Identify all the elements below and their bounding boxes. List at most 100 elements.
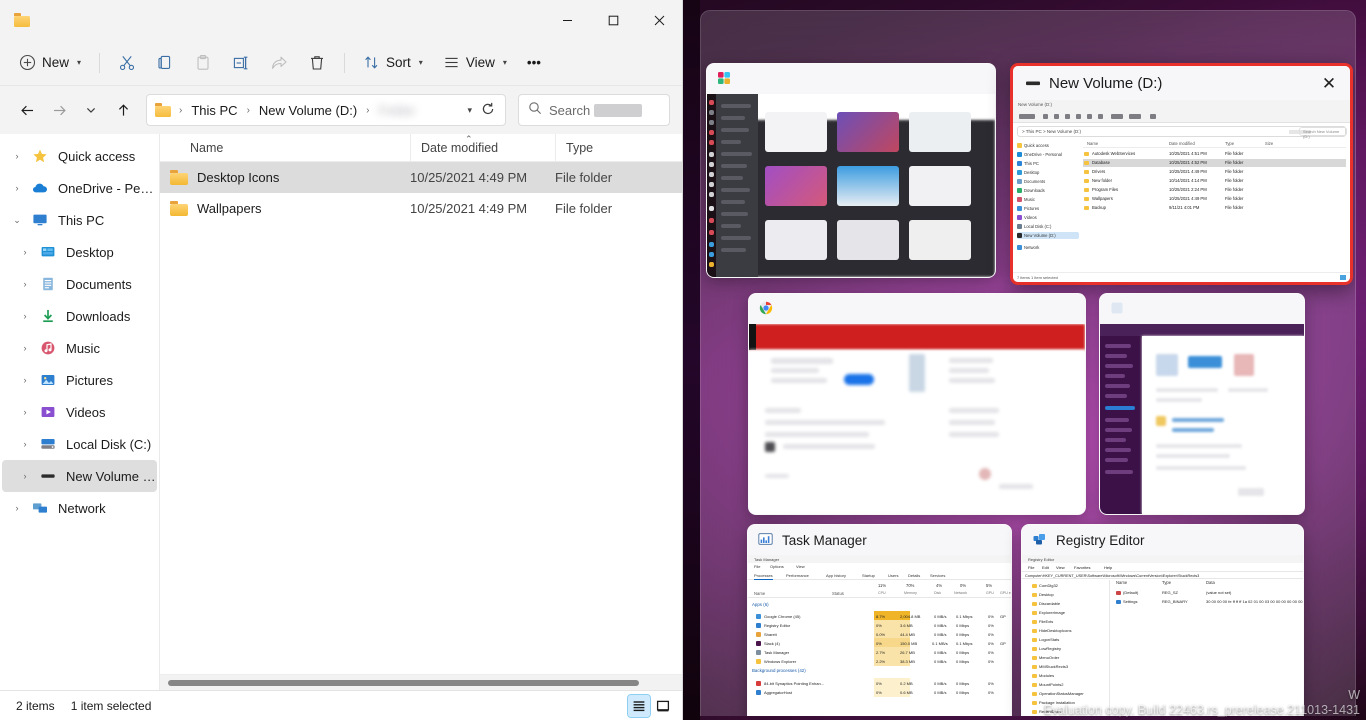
sidebar-item-network[interactable]: › Network [2,492,157,524]
maximize-button[interactable] [590,0,636,40]
recent-locations-button[interactable] [76,95,106,125]
registry-editor-icon [1032,532,1048,548]
delete-button[interactable] [299,47,335,79]
sidebar-item-this-pc[interactable]: ⌄ This PC [2,204,157,236]
table-row[interactable]: Desktop Icons 10/25/2021 4:49 PM File fo… [160,162,682,193]
cloud-icon [32,180,50,196]
cut-button[interactable] [109,47,145,79]
chevron-right-icon[interactable]: › [18,407,32,417]
sidebar-item-downloads[interactable]: › Downloads [2,300,157,332]
sidebar-item-label: Pictures [66,372,113,388]
breadcrumb[interactable]: › This PC › New Volume (D:) › Folder ▾ [146,94,506,126]
file-type-cell: File folder [555,201,613,216]
preview-registry-path: Computer\HKEY_CURRENT_USER\Software\Micr… [1025,573,1200,578]
preview-address: > This PC > New Volume (D:) [1022,129,1081,134]
file-name: Desktop Icons [197,170,280,185]
sidebar-item-local-disk-c[interactable]: › Local Disk (C:) [2,428,157,460]
task-view-thumbnail-chrome-report[interactable] [748,293,1086,515]
paste-button[interactable] [185,47,221,79]
chevron-right-icon[interactable]: › [18,311,32,321]
file-name-cell: Desktop Icons [160,170,410,185]
up-button[interactable] [108,95,138,125]
rename-button[interactable] [223,47,259,79]
back-button[interactable] [12,95,42,125]
thumbnail-title: Task Manager [782,532,867,548]
sidebar-item-desktop[interactable]: › Desktop [2,236,157,268]
view-button[interactable]: View ▾ [434,47,516,79]
sidebar-item-quick-access[interactable]: › Quick access [2,140,157,172]
sidebar-item-music[interactable]: › Music [2,332,157,364]
forward-button[interactable] [44,95,74,125]
copy-button[interactable] [147,47,183,79]
sidebar-item-documents[interactable]: › Documents [2,268,157,300]
column-header-name[interactable]: Name [160,134,410,162]
window-controls[interactable] [544,0,682,40]
sidebar-item-videos[interactable]: › Videos [2,396,157,428]
search-blurred-term [594,103,643,117]
search-input[interactable]: Search [518,94,670,126]
address-bar-row[interactable]: › This PC › New Volume (D:) › Folder ▾ S… [0,86,682,134]
task-view-thumbnail-new-volume-d[interactable]: New Volume (D:) ✕ New Volume (D:) > This… [1010,63,1353,285]
chevron-down-icon[interactable]: ⌄ [10,215,24,226]
file-name: Wallpapers [197,201,262,216]
task-view-thumbnail-teams-purple[interactable] [1099,293,1305,515]
trash-icon [308,54,326,72]
more-options-button[interactable]: ••• [518,47,550,79]
view-toggle-group[interactable] [627,693,674,718]
drive-icon [1025,75,1041,91]
minimize-button[interactable] [544,0,590,40]
task-view-thumbnail-task-manager[interactable]: Task Manager Task Manager File Options Vie… [747,524,1012,716]
navigation-pane[interactable]: › Quick access › OneDrive - Personal ⌄ T… [0,134,160,690]
refresh-icon[interactable] [481,102,501,119]
sort-button[interactable]: Sort ▾ [354,47,432,79]
chevron-down-icon: ▾ [502,58,507,67]
new-button[interactable]: New ▾ [10,47,90,79]
thumbnail-preview: Task Manager File Options View Processes Pe… [748,555,1011,716]
table-row[interactable]: Wallpapers 10/25/2021 4:49 PM File folde… [160,193,682,224]
file-rows[interactable]: Desktop Icons 10/25/2021 4:49 PM File fo… [160,162,682,674]
chevron-right-icon[interactable]: › [10,151,24,161]
sidebar-item-new-volume-d[interactable]: › New Volume (D:) [2,460,157,492]
preview-window-caption: New Volume (D:) [1018,102,1053,107]
chevron-right-icon[interactable]: › [18,343,32,353]
thumbnail-preview [707,94,995,277]
column-headers[interactable]: Name Date modified Type ⌃ [160,133,683,162]
chevron-right-icon[interactable]: › [10,183,24,193]
task-view-switcher[interactable]: New Volume (D:) ✕ New Volume (D:) > This… [700,10,1356,716]
sidebar-item-onedrive[interactable]: › OneDrive - Personal [2,172,158,204]
share-icon [270,54,288,72]
command-toolbar[interactable]: New ▾ Sort ▾ View ▾ ••• [0,40,682,86]
thumbnail-header: Registry Editor [1022,525,1303,555]
file-name-cell: Wallpapers [160,201,410,216]
chevron-right-icon[interactable]: › [18,471,32,481]
sidebar-item-label: Quick access [58,148,136,164]
file-explorer-window[interactable]: New ▾ Sort ▾ View ▾ ••• › This PC › New … [0,0,683,720]
task-view-thumbnail-registry-editor[interactable]: Registry Editor Registry Editor File Edit… [1021,524,1304,716]
large-icons-view-icon[interactable] [652,695,674,717]
window-titlebar[interactable] [0,0,682,40]
chevron-down-icon: ▾ [77,58,82,67]
breadcrumb-item-this-pc[interactable]: This PC [188,100,240,121]
chevron-right-icon[interactable]: › [18,247,32,257]
scrollbar-thumb[interactable] [168,679,639,686]
chrome-icon [759,301,775,317]
file-list-pane[interactable]: Name Date modified Type ⌃ Desktop Icons … [160,133,683,690]
close-icon[interactable]: ✕ [1320,74,1338,92]
sidebar-item-pictures[interactable]: › Pictures [2,364,157,396]
chevron-right-icon[interactable]: › [18,279,32,289]
column-header-type[interactable]: Type [555,133,683,162]
chevron-down-icon[interactable]: ▾ [459,105,480,116]
thumbnail-preview: Registry Editor File Edit View Favorites H… [1022,555,1303,716]
chevron-right-icon[interactable]: › [18,439,32,449]
horizontal-scrollbar[interactable] [160,674,682,690]
breadcrumb-item-current-folder[interactable]: Folder [376,100,422,121]
folder-icon [155,103,171,117]
details-view-icon[interactable] [627,693,651,718]
task-view-thumbnail-slack[interactable] [706,63,996,278]
breadcrumb-item-new-volume-d[interactable]: New Volume (D:) [256,100,360,121]
share-button[interactable] [261,47,297,79]
chevron-right-icon[interactable]: › [18,375,32,385]
chevron-right-icon[interactable]: › [10,503,24,513]
close-button[interactable] [636,0,682,40]
column-header-date-modified[interactable]: Date modified [410,133,555,162]
